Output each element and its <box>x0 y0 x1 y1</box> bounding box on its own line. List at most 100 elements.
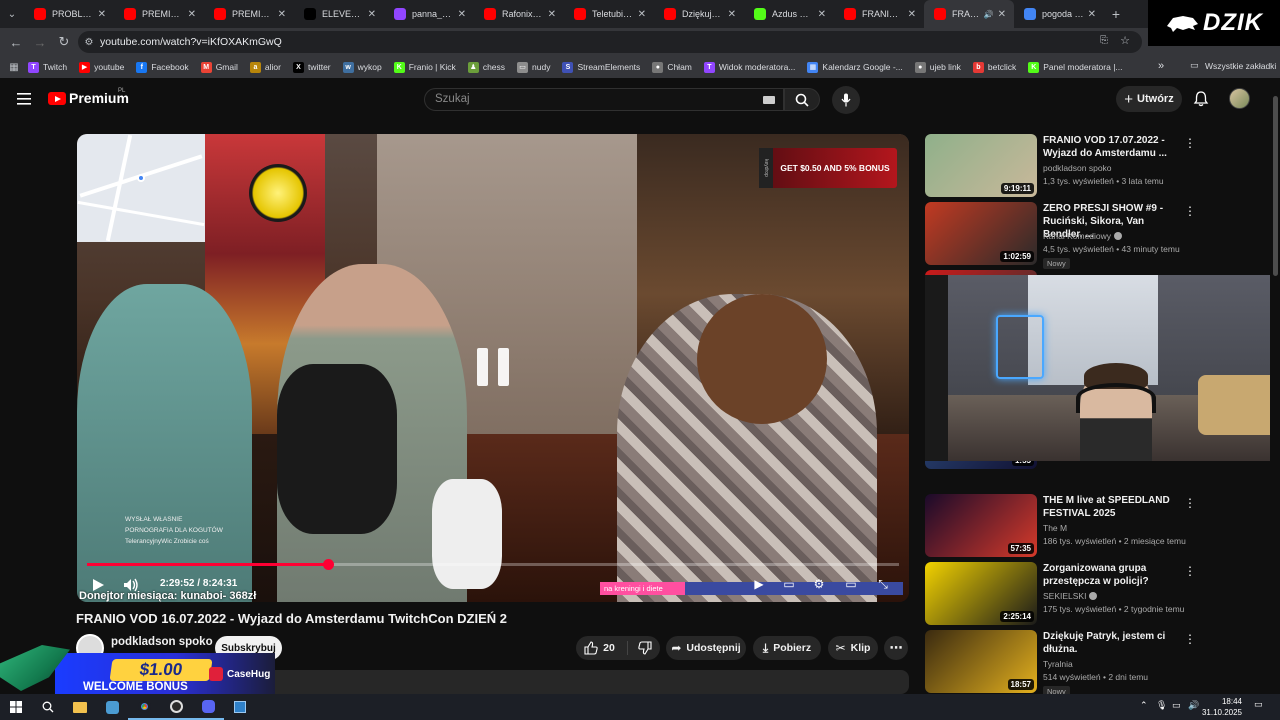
site-info-icon[interactable]: ⚙ <box>78 37 100 48</box>
browser-tab[interactable]: ELEVEN SPO ✕ <box>294 0 384 28</box>
taskbar-discord[interactable] <box>192 694 224 720</box>
bookmark-item[interactable]: M Gmail <box>200 61 238 73</box>
forward-button[interactable]: → <box>28 30 52 54</box>
bookmark-item[interactable]: Xtwitter <box>292 61 331 73</box>
video-player[interactable]: keydrop GET $0.50 AND 5% BONUS WYSŁAŁ WŁ… <box>77 134 909 602</box>
recommendation-thumbnail[interactable]: 9:19:11 <box>925 134 1037 197</box>
more-actions-button[interactable]: ⋯ <box>884 636 908 660</box>
bookmark-item[interactable]: T Twitch <box>28 61 67 73</box>
settings-gear-icon[interactable]: ⚙ <box>811 576 827 592</box>
bookmark-item[interactable]: ● Chłam <box>652 61 692 73</box>
recommendation-item[interactable]: 1:02:59 ZERO PRESJI SHOW #9 - Ruciński, S… <box>925 202 1270 269</box>
recommendation-thumbnail[interactable]: 18:57 <box>925 630 1037 693</box>
recommendation-thumbnail[interactable]: 57:35 <box>925 494 1037 557</box>
recommendation-title[interactable]: FRANIO VOD 17.07.2022 - Wyjazd do Amster… <box>1043 134 1183 160</box>
recommendation-item[interactable]: 18:57 Dziękuję Patryk, jestem ci dłużna. T… <box>925 630 1270 697</box>
recommendation-item[interactable]: 9:19:11 FRANIO VOD 17.07.2022 - Wyjazd do… <box>925 134 1270 198</box>
new-tab-button[interactable]: + <box>1104 6 1128 22</box>
bookmark-item[interactable]: ● ujeb link <box>914 61 961 73</box>
tab-close-icon[interactable]: ✕ <box>638 9 646 20</box>
recommendation-item[interactable]: 2:25:14 Zorganizowana grupa przestępcza w… <box>925 562 1270 626</box>
search-button[interactable] <box>784 88 820 111</box>
bookmark-item[interactable]: S StreamElements <box>562 61 640 73</box>
recommendation-title[interactable]: THE M live at SPEEDLAND FESTIVAL 2025 <box>1043 494 1183 520</box>
tab-close-icon[interactable]: ✕ <box>818 9 826 20</box>
hamburger-menu-icon[interactable] <box>17 93 31 105</box>
bookmark-item[interactable]: a alior <box>249 61 281 73</box>
bookmark-item[interactable]: ♟ chess <box>467 61 505 73</box>
tray-mic-icon[interactable]: 🎙 <box>1156 700 1167 711</box>
start-button[interactable] <box>0 694 32 720</box>
tab-close-icon[interactable]: ✕ <box>98 9 106 20</box>
notifications-icon[interactable]: ▭ <box>1254 699 1263 710</box>
browser-tab[interactable]: Dziękuję Pat ✕ <box>654 0 744 28</box>
recommendation-channel[interactable]: Tyralnia <box>1043 659 1073 669</box>
tab-audio-icon[interactable]: 🔊 <box>984 10 994 19</box>
subtitles-icon[interactable]: ▭ <box>781 576 797 592</box>
taskbar-file-explorer[interactable] <box>64 694 96 720</box>
all-bookmarks-folder-icon[interactable]: ▭ <box>1190 60 1199 71</box>
more-options-icon[interactable]: ⋮ <box>1184 137 1196 152</box>
all-bookmarks-link[interactable]: Wszystkie zakładki <box>1205 61 1276 71</box>
bookmark-item[interactable]: T Widok moderatora... <box>703 61 795 73</box>
recommendation-thumbnail[interactable]: 2:25:14 <box>925 562 1037 625</box>
tab-close-icon[interactable]: ✕ <box>188 9 196 20</box>
account-avatar[interactable] <box>1229 88 1250 109</box>
download-button[interactable]: ⤓ Pobierz <box>753 636 821 660</box>
browser-tab[interactable]: PROBL3M - ✕ <box>24 0 114 28</box>
install-app-icon[interactable]: ⎘ <box>1100 35 1108 46</box>
browser-tab[interactable]: panna_alexa ✕ <box>384 0 474 28</box>
theater-mode-icon[interactable]: ▭ <box>843 576 859 592</box>
browser-tab[interactable]: Teletubiś pe ✕ <box>564 0 654 28</box>
like-button[interactable]: 20 <box>584 641 615 655</box>
browser-tab[interactable]: FRANIO VOD ✕ <box>834 0 924 28</box>
fullscreen-icon[interactable]: ⤡ <box>875 576 891 592</box>
voice-search-button[interactable] <box>832 86 860 114</box>
recommendation-thumbnail[interactable]: 1:02:59 <box>925 202 1037 265</box>
more-options-icon[interactable]: ⋮ <box>1184 633 1196 648</box>
bookmark-item[interactable]: f Facebook <box>136 61 189 73</box>
address-bar[interactable]: ⚙ youtube.com/watch?v=iKfOXAKmGwQ ⎘ ☆ <box>78 31 1142 53</box>
reload-button[interactable]: ↻ <box>52 30 76 54</box>
recommendation-title[interactable]: Dziękuję Patryk, jestem ci dłużna. <box>1043 630 1183 656</box>
bookmark-item[interactable]: ▭ nudy <box>517 61 550 73</box>
keyboard-icon[interactable] <box>763 96 775 104</box>
taskbar-app-1[interactable] <box>96 694 128 720</box>
bookmarks-overflow-button[interactable]: » <box>1158 60 1164 72</box>
search-input[interactable] <box>435 93 735 105</box>
tray-network-icon[interactable]: ▭ <box>1172 700 1181 711</box>
bookmark-item[interactable]: K Panel moderatora |... <box>1028 61 1123 73</box>
browser-tab[interactable]: pogoda war ✕ <box>1014 0 1104 28</box>
more-options-icon[interactable]: ⋮ <box>1184 497 1196 512</box>
bookmark-item[interactable]: ▶ youtube <box>79 61 124 73</box>
page-scrollbar-thumb[interactable] <box>1273 96 1278 276</box>
notifications-bell-icon[interactable] <box>1192 90 1210 108</box>
back-button[interactable]: ← <box>4 30 28 54</box>
taskbar-obs[interactable] <box>160 694 192 720</box>
system-clock[interactable]: 18:44 31.10.2025 <box>1202 696 1242 718</box>
browser-tab[interactable]: Azdus Stream ✕ <box>744 0 834 28</box>
bookmark-item[interactable]: b betclick <box>972 61 1016 73</box>
autoplay-toggle-icon[interactable]: ▶ <box>751 576 767 592</box>
tab-close-icon[interactable]: ✕ <box>368 9 376 20</box>
recommendation-channel[interactable]: podkladson spoko <box>1043 163 1112 173</box>
tab-close-icon[interactable]: ✕ <box>1088 9 1096 20</box>
search-box[interactable] <box>424 88 784 111</box>
browser-tab[interactable]: PREMIERA G ✕ <box>204 0 294 28</box>
tab-close-icon[interactable]: ✕ <box>728 9 736 20</box>
clip-button[interactable]: ✂ Klip <box>828 636 878 660</box>
recommendation-channel[interactable]: The M <box>1043 523 1067 533</box>
taskbar-chrome[interactable] <box>128 694 160 720</box>
bookmark-item[interactable]: ▦ Kalendarz Google -... <box>807 61 903 73</box>
tab-close-icon[interactable]: ✕ <box>278 9 286 20</box>
youtube-logo-icon[interactable] <box>48 92 66 105</box>
bookmark-item[interactable]: w wykop <box>342 61 382 73</box>
taskbar-app-2[interactable] <box>224 694 256 720</box>
tray-overflow-icon[interactable]: ⌃ <box>1140 700 1148 711</box>
tab-close-icon[interactable]: ✕ <box>998 9 1006 20</box>
video-progress-bar[interactable] <box>87 559 899 570</box>
recommendation-title[interactable]: Zorganizowana grupa przestępcza w policj… <box>1043 562 1183 588</box>
recommendation-channel[interactable]: SEKIELSKI <box>1043 591 1098 601</box>
tab-close-icon[interactable]: ✕ <box>458 9 466 20</box>
tray-volume-icon[interactable]: 🔊 <box>1188 700 1199 711</box>
